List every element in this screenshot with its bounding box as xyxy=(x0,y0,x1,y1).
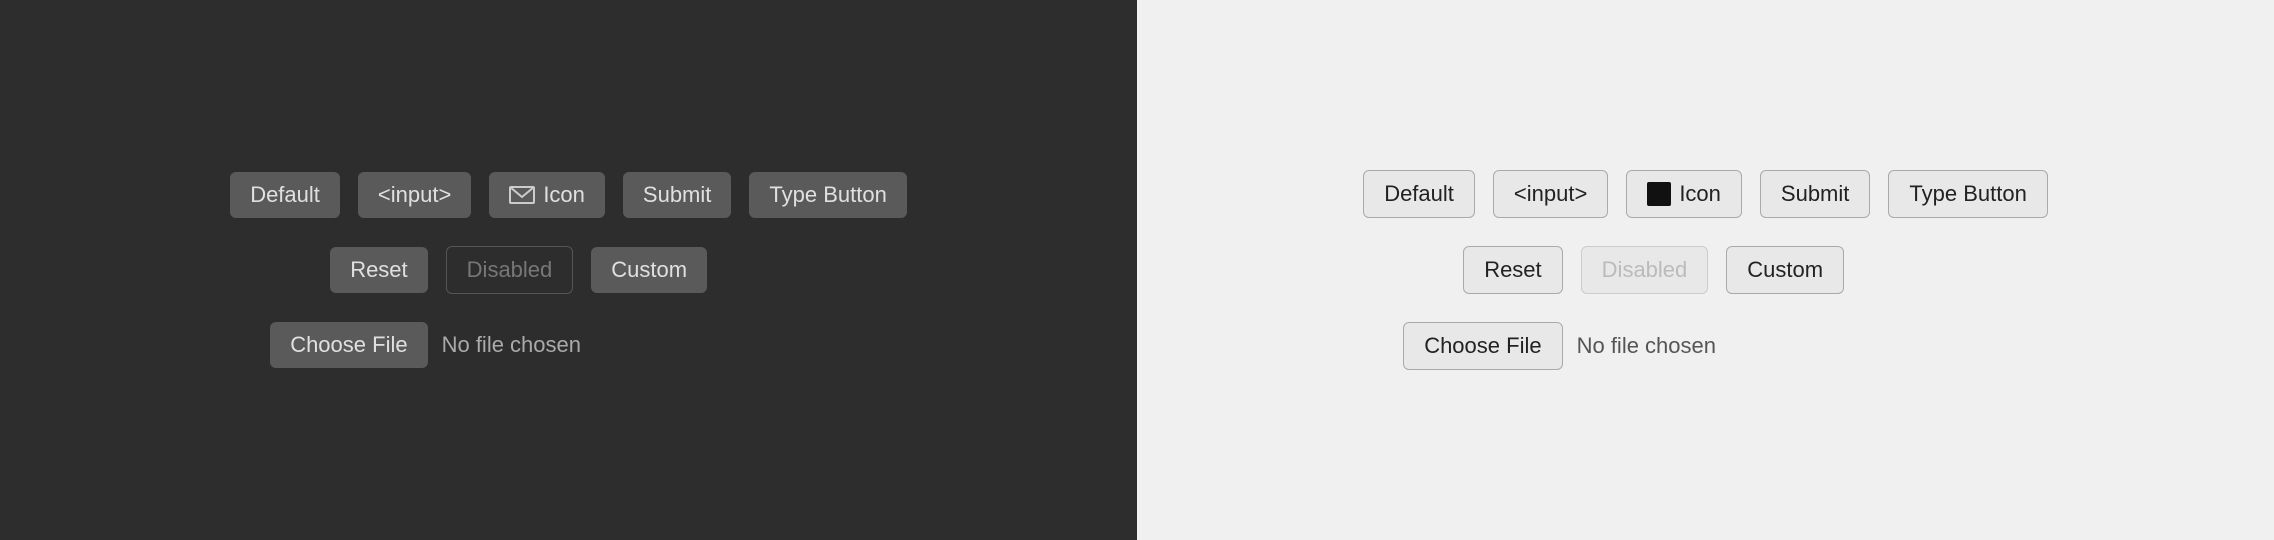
light-row-2: Reset Disabled Custom xyxy=(1463,246,1844,294)
dark-panel: Default <input> Icon Submit Type Button … xyxy=(0,0,1137,540)
dark-default-button[interactable]: Default xyxy=(230,172,340,218)
envelope-icon xyxy=(509,186,535,204)
dark-row-1: Default <input> Icon Submit Type Button xyxy=(230,172,907,218)
dark-custom-button[interactable]: Custom xyxy=(591,247,707,293)
light-custom-button[interactable]: Custom xyxy=(1726,246,1844,294)
dark-submit-button[interactable]: Submit xyxy=(623,172,731,218)
light-row-1: Default <input> Icon Submit Type Button xyxy=(1363,170,2048,218)
dark-no-file-label: No file chosen xyxy=(442,332,581,358)
light-icon-button[interactable]: Icon xyxy=(1626,170,1742,218)
light-button-grid: Default <input> Icon Submit Type Button … xyxy=(1363,170,2048,370)
light-reset-button[interactable]: Reset xyxy=(1463,246,1562,294)
dark-file-row: Choose File No file chosen xyxy=(270,322,581,368)
light-submit-button[interactable]: Submit xyxy=(1760,170,1870,218)
dark-input-button[interactable]: <input> xyxy=(358,172,471,218)
light-choose-file-button[interactable]: Choose File xyxy=(1403,322,1562,370)
dark-icon-button-label: Icon xyxy=(543,182,585,208)
dark-button-grid: Default <input> Icon Submit Type Button … xyxy=(230,172,907,368)
dark-row-2: Reset Disabled Custom xyxy=(330,246,707,294)
light-panel: Default <input> Icon Submit Type Button … xyxy=(1137,0,2274,540)
dark-choose-file-button[interactable]: Choose File xyxy=(270,322,427,368)
light-no-file-label: No file chosen xyxy=(1577,333,1716,359)
dark-disabled-button: Disabled xyxy=(446,246,574,294)
light-type-button[interactable]: Type Button xyxy=(1888,170,2047,218)
dark-type-button[interactable]: Type Button xyxy=(749,172,906,218)
light-input-button[interactable]: <input> xyxy=(1493,170,1608,218)
dark-icon-button[interactable]: Icon xyxy=(489,172,605,218)
light-icon-button-label: Icon xyxy=(1679,181,1721,207)
light-default-button[interactable]: Default xyxy=(1363,170,1475,218)
light-file-row: Choose File No file chosen xyxy=(1403,322,1716,370)
black-square-icon xyxy=(1647,182,1671,206)
light-disabled-button: Disabled xyxy=(1581,246,1709,294)
dark-reset-button[interactable]: Reset xyxy=(330,247,427,293)
